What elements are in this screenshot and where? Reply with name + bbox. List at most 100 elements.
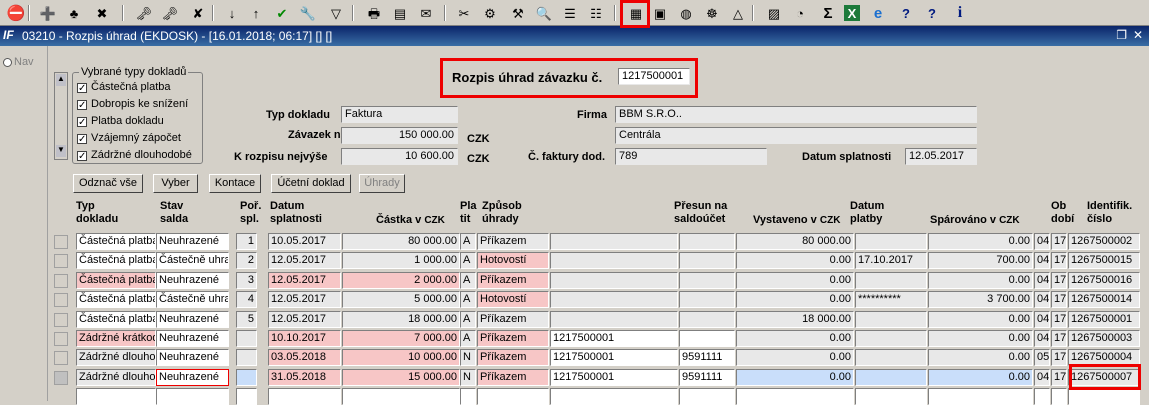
doc-key2-icon[interactable]: 🗝 — [160, 3, 180, 23]
por-cell[interactable]: 3 — [236, 271, 257, 289]
ref-cell[interactable]: 1217500001 — [550, 330, 678, 347]
typ-cell[interactable]: Částečná platba — [76, 252, 156, 270]
castka-cell[interactable]: 10 000.00 — [342, 349, 460, 367]
obdobi-year-cell[interactable]: 17 — [1051, 252, 1067, 270]
ref-cell[interactable]: 1217500001 — [550, 349, 678, 367]
empty-cell[interactable] — [342, 388, 460, 405]
checkbox-icon[interactable]: ✓ — [77, 83, 87, 94]
nav-radio-icon[interactable] — [3, 58, 12, 67]
typ-cell[interactable]: Částečná platba — [76, 271, 156, 289]
obdobi-year-cell[interactable]: 17 — [1051, 368, 1067, 386]
vystaveno-cell[interactable]: 0.00 — [736, 349, 854, 367]
por-cell[interactable] — [236, 349, 257, 367]
typ-cell[interactable]: Zádržné krátkod — [76, 330, 156, 347]
por-cell[interactable] — [236, 368, 257, 386]
sparovano-cell[interactable]: 0.00 — [928, 233, 1033, 250]
datum-cell[interactable]: 12.05.2017 — [268, 291, 341, 309]
close-icon[interactable]: ✕ — [1133, 28, 1143, 42]
tree-icon[interactable]: ☷ — [586, 3, 606, 23]
doc-key-icon[interactable]: 🗝 — [134, 3, 154, 23]
ident-cell[interactable]: 1267500007 — [1068, 368, 1140, 386]
vystaveno-cell[interactable]: 0.00 — [736, 271, 854, 289]
vystaveno-cell[interactable]: 0.00 — [736, 291, 854, 309]
uhrady-button[interactable]: Úhrady — [359, 174, 405, 193]
col-presun-header[interactable]: Přesun na saldoúčet — [674, 200, 727, 226]
por-cell[interactable]: 2 — [236, 252, 257, 270]
obdobi-month-cell[interactable]: 05 — [1034, 349, 1050, 367]
zpusob-cell[interactable]: Hotovostí — [477, 291, 549, 309]
col-datplat-header[interactable]: Datum platby — [850, 200, 884, 226]
typ-cell[interactable]: Zádržné dlouhod — [76, 349, 156, 367]
castka-cell[interactable]: 18 000.00 — [342, 310, 460, 328]
checkbox-icon[interactable]: ✓ — [77, 100, 87, 111]
col-typ-header[interactable]: Typ dokladu — [76, 200, 118, 226]
presun-cell[interactable]: 9591111 — [679, 368, 735, 386]
col-por-header[interactable]: Poř. spl. — [240, 200, 261, 226]
vystaveno-cell[interactable]: 0.00 — [736, 252, 854, 270]
sigma-icon[interactable]: Σ — [818, 3, 838, 23]
empty-cell[interactable] — [1034, 388, 1050, 405]
empty-cell[interactable] — [1051, 388, 1067, 405]
zpusob-cell[interactable]: Hotovostí — [477, 252, 549, 270]
checkbox-icon[interactable]: ✓ — [77, 134, 87, 145]
datum-cell[interactable]: 12.05.2017 — [268, 310, 341, 328]
empty-cell[interactable] — [550, 388, 678, 405]
col-datum-header[interactable]: Datum splatnosti — [270, 200, 322, 226]
clock-icon[interactable]: ◔ — [790, 3, 810, 23]
por-cell[interactable]: 1 — [236, 233, 257, 250]
obdobi-year-cell[interactable]: 17 — [1051, 330, 1067, 347]
triangle-icon[interactable]: △ — [728, 3, 748, 23]
empty-cell[interactable] — [679, 388, 735, 405]
row-selector[interactable] — [54, 235, 68, 249]
stav-cell[interactable]: Částečně uhra — [156, 291, 229, 309]
stav-cell[interactable]: Neuhrazené — [156, 349, 229, 367]
empty-cell[interactable] — [928, 388, 1033, 405]
stav-cell[interactable]: Částečně uhra — [156, 252, 229, 270]
globe-icon[interactable]: ◍ — [676, 3, 696, 23]
scroll-up-icon[interactable]: ▲ — [56, 74, 66, 86]
empty-cell[interactable] — [855, 388, 927, 405]
stav-cell[interactable]: Neuhrazené — [156, 233, 229, 250]
ucetni-button[interactable]: Účetní doklad — [271, 174, 351, 193]
doc-delete-icon[interactable]: ✘ — [188, 3, 208, 23]
ident-cell[interactable]: 1267500015 — [1068, 252, 1140, 270]
datum-cell[interactable]: 12.05.2017 — [268, 271, 341, 289]
help-icon[interactable]: ? — [896, 3, 916, 23]
exit-icon[interactable]: ⛔ — [6, 3, 26, 23]
question-icon[interactable]: ? — [922, 3, 942, 23]
sparovano-cell[interactable]: 0.00 — [928, 349, 1033, 367]
zpusob-cell[interactable]: Příkazem — [477, 368, 549, 386]
ident-cell[interactable]: 1267500001 — [1068, 310, 1140, 328]
obdobi-year-cell[interactable]: 17 — [1051, 291, 1067, 309]
ident-cell[interactable]: 1267500014 — [1068, 291, 1140, 309]
obdobi-year-cell[interactable]: 17 — [1051, 271, 1067, 289]
vystaveno-cell[interactable]: 80 000.00 — [736, 233, 854, 250]
ref-cell[interactable] — [550, 233, 678, 250]
zpusob-cell[interactable]: Příkazem — [477, 330, 549, 347]
datplat-cell[interactable] — [855, 310, 927, 328]
typ-cell[interactable]: Částečná platba — [76, 233, 156, 250]
presun-cell[interactable]: 9591111 — [679, 349, 735, 367]
datplat-cell[interactable] — [855, 233, 927, 250]
row-selector[interactable] — [54, 293, 68, 308]
copy-icon[interactable]: ▤ — [390, 3, 410, 23]
datplat-cell[interactable] — [855, 271, 927, 289]
obdobi-month-cell[interactable]: 04 — [1034, 252, 1050, 270]
datum-cell[interactable]: 10.05.2017 — [268, 233, 341, 250]
datplat-cell[interactable] — [855, 368, 927, 386]
zpusob-cell[interactable]: Příkazem — [477, 310, 549, 328]
obdobi-year-cell[interactable]: 17 — [1051, 233, 1067, 250]
find-icon[interactable]: 🔍 — [534, 3, 554, 23]
obdobi-month-cell[interactable]: 04 — [1034, 310, 1050, 328]
stav-cell[interactable]: Neuhrazené — [156, 310, 229, 328]
sparovano-cell[interactable]: 0.00 — [928, 330, 1033, 347]
tools-icon[interactable]: ⚒ — [508, 3, 528, 23]
presun-cell[interactable] — [679, 310, 735, 328]
chart-icon[interactable]: ▨ — [764, 3, 784, 23]
presun-cell[interactable] — [679, 233, 735, 250]
ident-cell[interactable]: 1267500004 — [1068, 349, 1140, 367]
platit-cell[interactable]: A — [460, 310, 476, 328]
row-selector[interactable] — [54, 273, 68, 288]
obdobi-month-cell[interactable]: 04 — [1034, 271, 1050, 289]
vystaveno-cell[interactable]: 0.00 — [736, 368, 854, 386]
